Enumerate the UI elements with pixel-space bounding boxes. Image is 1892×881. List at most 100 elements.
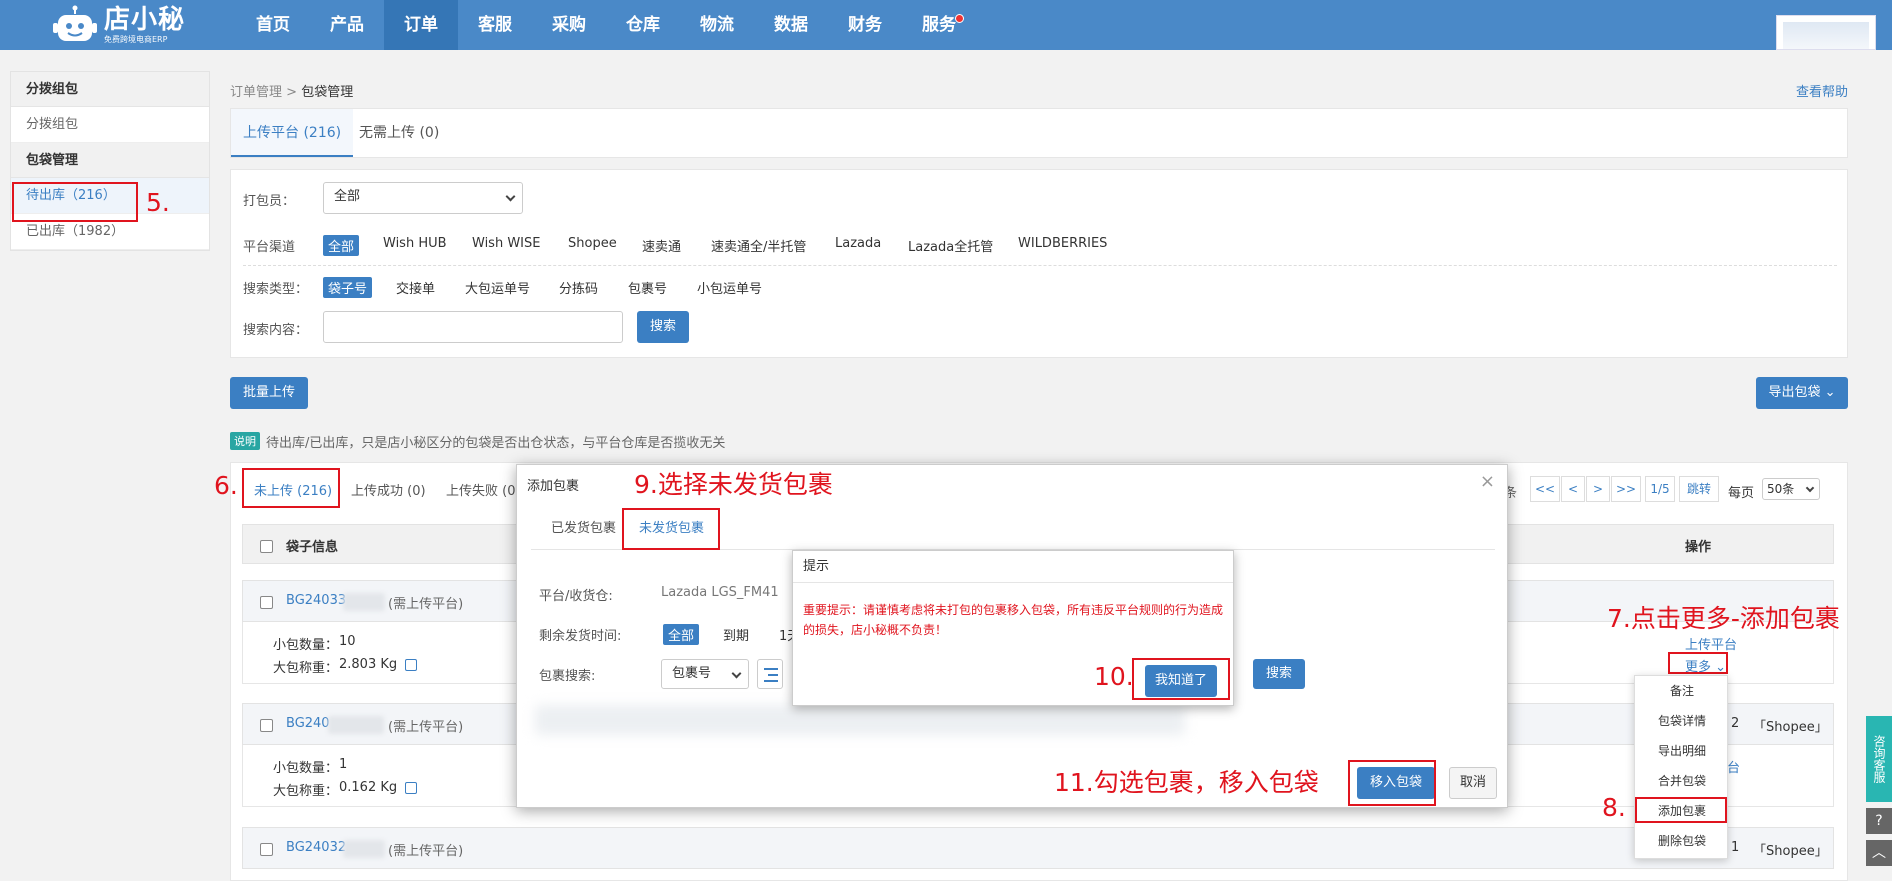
search-type-bag-no[interactable]: 袋子号 <box>323 277 373 298</box>
remaining-option-due[interactable]: 到期 <box>723 625 749 644</box>
back-to-top-icon[interactable]: ︿ <box>1866 840 1892 866</box>
user-avatar[interactable] <box>1776 15 1876 50</box>
remaining-option-all[interactable]: 全部 <box>663 624 700 645</box>
weight-label: 大包称重： <box>273 661 339 676</box>
pager-prev[interactable]: < <box>1561 476 1585 502</box>
nav-services[interactable]: 服务 <box>902 0 976 50</box>
select-all-checkbox[interactable] <box>260 540 273 553</box>
tab-no-upload[interactable]: 无需上传 (0) <box>347 109 451 157</box>
sidebar-item-sorting-pack[interactable]: 分拨组包 <box>11 107 209 143</box>
channel-option-lazada[interactable]: Lazada <box>835 236 881 251</box>
nav-finance[interactable]: 财务 <box>828 0 902 50</box>
highlight-box <box>622 508 720 550</box>
table-row: BG24032 (需上传平台) 1 「Shopee」 <box>242 827 1834 869</box>
annotation-step-10: 10. <box>1094 662 1134 691</box>
packer-select[interactable]: 全部 <box>323 182 523 214</box>
batch-input-icon[interactable] <box>757 659 783 689</box>
export-bag-button[interactable]: 导出包袋 ⌄ <box>1756 377 1848 409</box>
nav-warehouse[interactable]: 仓库 <box>606 0 680 50</box>
menu-item-bag-detail[interactable]: 包袋详情 <box>1635 712 1729 729</box>
menu-item-delete-bag[interactable]: 删除包袋 <box>1635 832 1729 849</box>
nav-data[interactable]: 数据 <box>754 0 828 50</box>
breadcrumb-parent[interactable]: 订单管理 <box>230 85 282 100</box>
edit-icon[interactable] <box>405 659 417 671</box>
channel-option-shopee[interactable]: Shopee <box>568 236 617 251</box>
pager-first[interactable]: << <box>1530 476 1560 502</box>
search-type-big-waybill[interactable]: 大包运单号 <box>465 278 530 297</box>
bag-tag: (需上传平台) <box>388 597 464 612</box>
batch-upload-button[interactable]: 批量上传 <box>230 377 308 409</box>
consult-service-button[interactable]: 咨询客服 <box>1866 716 1892 802</box>
search-type-package-no[interactable]: 包裹号 <box>628 278 667 297</box>
bag-id-link[interactable]: BG24032 <box>286 840 346 855</box>
channel-option-wildberries[interactable]: WILDBERRIES <box>1018 236 1107 251</box>
upload-platform-link[interactable]: 上传平台 <box>1685 634 1737 653</box>
nav-logistics[interactable]: 物流 <box>680 0 754 50</box>
logo[interactable]: 店小秘 免费跨境电商ERP <box>52 4 185 46</box>
modal-search-button[interactable]: 搜索 <box>1253 659 1305 689</box>
per-page-select[interactable]: 50条 <box>1762 478 1820 500</box>
row-checkbox[interactable] <box>260 719 273 732</box>
channel-option-aliexpress[interactable]: 速卖通 <box>642 236 681 255</box>
redacted-text <box>343 840 385 858</box>
channel-option-lazada-managed[interactable]: Lazada全托管 <box>908 236 993 255</box>
pager-last[interactable]: >> <box>1611 476 1641 502</box>
nav-orders[interactable]: 订单 <box>384 0 458 50</box>
search-type-handover[interactable]: 交接单 <box>396 278 435 297</box>
nav-products[interactable]: 产品 <box>310 0 384 50</box>
breadcrumb-current: 包袋管理 <box>301 85 354 100</box>
search-input[interactable] <box>323 311 623 343</box>
weight-value: 0.162 Kg <box>339 780 398 795</box>
chevron-down-icon <box>731 668 742 679</box>
search-type-label: 搜索类型： <box>243 282 309 297</box>
channel-option-aliexpress-managed[interactable]: 速卖通全/半托管 <box>711 236 806 255</box>
close-icon[interactable]: × <box>1480 471 1495 492</box>
small-count-value: 1 <box>339 757 348 772</box>
nav-customer-service[interactable]: 客服 <box>458 0 532 50</box>
search-type-sort-code[interactable]: 分拣码 <box>559 278 598 297</box>
menu-item-remark[interactable]: 备注 <box>1635 682 1729 699</box>
breadcrumb: 订单管理 > 包袋管理 <box>230 81 353 100</box>
remaining-time-label: 剩余发货时间: <box>539 629 622 644</box>
menu-item-export-detail[interactable]: 导出明细 <box>1635 742 1729 759</box>
channel-option-all[interactable]: 全部 <box>323 235 360 256</box>
nav-purchase[interactable]: 采购 <box>532 0 606 50</box>
modal-tab-shipped[interactable]: 已发货包裹 <box>551 517 616 536</box>
package-search-type-value: 包裹号 <box>672 666 712 681</box>
search-type-small-waybill[interactable]: 小包运单号 <box>697 278 762 297</box>
row-checkbox[interactable] <box>260 596 273 609</box>
list-tab-upload-success[interactable]: 上传成功 (0) <box>351 480 426 499</box>
note-badge: 说明 <box>230 432 260 450</box>
help-link[interactable]: 查看帮助 <box>1796 81 1848 100</box>
channel-option-wish-wise[interactable]: Wish WISE <box>472 236 540 251</box>
tab-upload-platform[interactable]: 上传平台 (216) <box>231 109 354 157</box>
modal-title: 添加包裹 <box>527 479 580 494</box>
annotation-step-7: 7.点击更多-添加包裹 <box>1607 604 1840 633</box>
more-dropdown-menu: 备注 包袋详情 导出明细 合并包袋 添加包裹 删除包袋 <box>1634 675 1728 859</box>
small-count-label: 小包数量： <box>273 761 339 776</box>
pager-jump-button[interactable]: 跳转 <box>1679 476 1719 502</box>
highlight-box <box>242 468 340 508</box>
help-icon[interactable]: ? <box>1866 808 1892 834</box>
avatar-image <box>1783 22 1869 49</box>
packer-select-value: 全部 <box>334 189 361 204</box>
row-count: 1 <box>1731 840 1740 855</box>
nav-home[interactable]: 首页 <box>236 0 310 50</box>
menu-item-merge-bag[interactable]: 合并包袋 <box>1635 772 1729 789</box>
edit-icon[interactable] <box>405 782 417 794</box>
row-checkbox[interactable] <box>260 843 273 856</box>
channel-option-wish-hub[interactable]: Wish HUB <box>383 236 447 251</box>
robot-logo-icon <box>52 5 98 45</box>
bag-id-link[interactable]: BG240 <box>286 716 330 731</box>
pager-next[interactable]: > <box>1586 476 1610 502</box>
top-nav-bar: 店小秘 免费跨境电商ERP 首页 产品 订单 客服 采购 仓库 物流 数据 财务… <box>0 0 1892 50</box>
modal-cancel-button[interactable]: 取消 <box>1449 767 1497 799</box>
warning-dialog-title: 提示 <box>793 551 1233 583</box>
annotation-step-6: 6. <box>214 471 238 500</box>
note-text: 待出库/已出库，只是店小秘区分的包袋是否出仓状态，与平台仓库是否揽收无关 <box>266 436 726 451</box>
row-platform: 「Shopee」 <box>1753 844 1828 859</box>
bag-id-link[interactable]: BG24033 <box>286 593 346 608</box>
search-button[interactable]: 搜索 <box>637 311 689 343</box>
package-search-type-select[interactable]: 包裹号 <box>661 659 749 689</box>
list-tab-upload-failed[interactable]: 上传失败 (0) <box>446 480 521 499</box>
